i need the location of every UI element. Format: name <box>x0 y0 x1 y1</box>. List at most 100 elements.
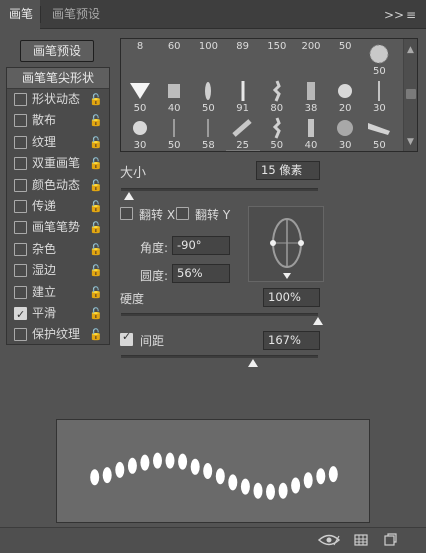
flip-x-checkbox[interactable] <box>120 207 133 220</box>
hardness-slider-knob[interactable] <box>313 317 323 325</box>
sidebar-item[interactable]: 散布 🔓 <box>7 110 109 131</box>
panel-menu-button[interactable]: ≡ <box>406 7 416 23</box>
brush-tip-cell[interactable]: 150 <box>260 39 294 77</box>
eye-toggle-icon[interactable] <box>317 533 341 550</box>
sidebar-item-label: 杂色 <box>32 241 57 256</box>
brush-tip-cell[interactable]: 25 <box>123 150 157 151</box>
lock-icon[interactable]: 🔓 <box>89 239 103 260</box>
brush-tip-cell[interactable]: 50 <box>191 76 225 114</box>
sidebar-item[interactable]: 建立 🔓 <box>7 282 109 303</box>
lock-icon[interactable]: 🔓 <box>89 89 103 110</box>
sidebar-item-checkbox[interactable] <box>14 264 27 278</box>
expand-panel-button[interactable]: >> <box>384 7 404 23</box>
brush-tip-cell[interactable]: 20 <box>328 76 362 114</box>
sidebar-item-checkbox[interactable] <box>14 93 27 106</box>
brush-tip-preview <box>230 117 256 139</box>
brush-tip-cell[interactable]: 40 <box>191 150 225 151</box>
scroll-thumb[interactable] <box>406 89 416 99</box>
sidebar-item-checkbox[interactable] <box>14 242 27 256</box>
lock-icon[interactable]: 🔓 <box>89 282 103 303</box>
brush-tip-cell[interactable]: 50 <box>328 39 362 77</box>
size-input[interactable]: 15 像素 <box>256 161 320 180</box>
tab-brush-presets[interactable]: 画笔预设 <box>41 0 111 29</box>
sidebar-item[interactable]: 传递 🔓 <box>7 196 109 217</box>
spacing-slider-knob[interactable] <box>247 359 258 367</box>
sidebar-item-checkbox[interactable] <box>14 135 27 149</box>
brush-tip-cell[interactable]: 50 <box>362 113 396 151</box>
sidebar-item-checkbox[interactable] <box>14 178 27 192</box>
brush-tip-cell[interactable]: 90 <box>294 150 328 151</box>
brush-tip-cell[interactable]: 40 <box>157 150 191 151</box>
sidebar-item-checkbox[interactable] <box>14 285 27 299</box>
brush-tip-cell[interactable]: 60 <box>157 39 191 77</box>
brush-tip-cell[interactable]: 38 <box>294 76 328 114</box>
sidebar-item-checkbox[interactable] <box>14 199 27 213</box>
sidebar-item[interactable]: 画笔笔势 🔓 <box>7 217 109 238</box>
brush-tip-preview <box>366 117 392 139</box>
lock-icon[interactable]: 🔓 <box>89 175 103 196</box>
angle-input[interactable]: -90° <box>172 236 230 255</box>
brush-tip-cell[interactable]: 30 <box>362 76 396 114</box>
brush-tip-cell[interactable]: 58 <box>191 113 225 151</box>
new-preset-icon[interactable] <box>383 533 397 550</box>
sidebar-item[interactable]: 纹理 🔓 <box>7 132 109 153</box>
brush-preset-button[interactable]: 画笔预设 <box>20 40 94 62</box>
sidebar-item[interactable]: 杂色 🔓 <box>7 239 109 260</box>
lock-icon[interactable]: 🔓 <box>89 153 103 174</box>
lock-icon[interactable]: 🔓 <box>89 260 103 281</box>
brush-tip-cell[interactable]: 40 <box>294 113 328 151</box>
spacing-input[interactable]: 167% <box>263 331 320 350</box>
brush-tip-cell[interactable]: 89 <box>226 39 260 77</box>
sidebar-item-label: 双重画笔 <box>32 156 81 171</box>
sidebar-item-checkbox[interactable] <box>14 114 27 128</box>
size-slider-track[interactable] <box>121 188 318 191</box>
brush-tip-cell[interactable]: 40 <box>157 76 191 114</box>
grid-icon[interactable] <box>354 533 368 550</box>
sidebar-item-checkbox[interactable] <box>14 328 27 342</box>
lock-icon[interactable]: 🔓 <box>89 324 103 345</box>
lock-icon[interactable]: 🔓 <box>89 217 103 238</box>
brush-tip-cell[interactable]: 50 <box>260 113 294 151</box>
sidebar-item-checkbox[interactable] <box>14 221 27 235</box>
sidebar-item-checkbox[interactable] <box>14 157 27 171</box>
flip-y-checkbox[interactable] <box>176 207 189 220</box>
brush-tip-cell[interactable]: 8 <box>123 39 157 77</box>
sidebar-item-brush-tip-shape[interactable]: 画笔笔尖形状 <box>7 68 109 89</box>
lock-icon[interactable]: 🔓 <box>89 132 103 153</box>
sidebar-item-checkbox[interactable] <box>14 304 27 325</box>
brush-tip-cell[interactable]: 25 <box>226 113 260 151</box>
angle-roundness-widget[interactable] <box>248 206 324 282</box>
scroll-up-icon[interactable]: ▲ <box>407 45 414 55</box>
grid-scrollbar[interactable]: ▲ ▼ <box>403 39 417 151</box>
brush-tip-cell[interactable]: 100 <box>191 39 225 77</box>
lock-icon[interactable]: 🔓 <box>89 110 103 131</box>
size-slider-knob[interactable] <box>123 192 134 200</box>
brush-tip-cell[interactable]: 50 <box>362 39 396 77</box>
brush-tip-cell[interactable]: 30 <box>328 113 362 151</box>
sidebar-item[interactable]: 双重画笔 🔓 <box>7 153 109 174</box>
brush-tip-cell[interactable]: 80 <box>260 76 294 114</box>
roundness-input[interactable]: 56% <box>172 264 230 283</box>
hardness-input[interactable]: 100% <box>263 288 320 307</box>
brush-tip-cell[interactable]: 91 <box>226 76 260 114</box>
spacing-slider-track[interactable] <box>121 355 318 358</box>
spacing-checkbox[interactable] <box>120 330 133 346</box>
sidebar-item[interactable]: 形状动态 🔓 <box>7 89 109 110</box>
brush-tip-cell[interactable]: 80 <box>328 150 362 151</box>
brush-tip-cell[interactable]: 常用200 <box>225 150 260 151</box>
brush-tip-cell[interactable]: 30 <box>123 113 157 151</box>
hardness-slider-track[interactable] <box>121 313 318 316</box>
lock-icon[interactable]: 🔓 <box>89 196 103 217</box>
scroll-down-icon[interactable]: ▼ <box>407 137 414 147</box>
brush-tip-cell[interactable]: 200 <box>294 39 328 77</box>
brush-tip-cell[interactable]: 50 <box>123 76 157 114</box>
brush-tip-cell[interactable]: 394 <box>260 150 294 151</box>
tab-brush[interactable]: 画笔 <box>0 0 40 29</box>
brush-tip-grid[interactable]: 8 60 100 89 150 200 50 50 50 40 50 91 80 38 20 30 30 50 58… <box>120 38 418 152</box>
sidebar-item[interactable]: 平滑 🔓 <box>7 303 109 325</box>
sidebar-item[interactable]: 保护纹理 🔓 <box>7 324 109 345</box>
sidebar-item[interactable]: 湿边 🔓 <box>7 260 109 281</box>
lock-icon[interactable]: 🔓 <box>89 303 103 324</box>
brush-tip-cell[interactable]: 50 <box>157 113 191 151</box>
sidebar-item[interactable]: 颜色动态 🔓 <box>7 175 109 196</box>
